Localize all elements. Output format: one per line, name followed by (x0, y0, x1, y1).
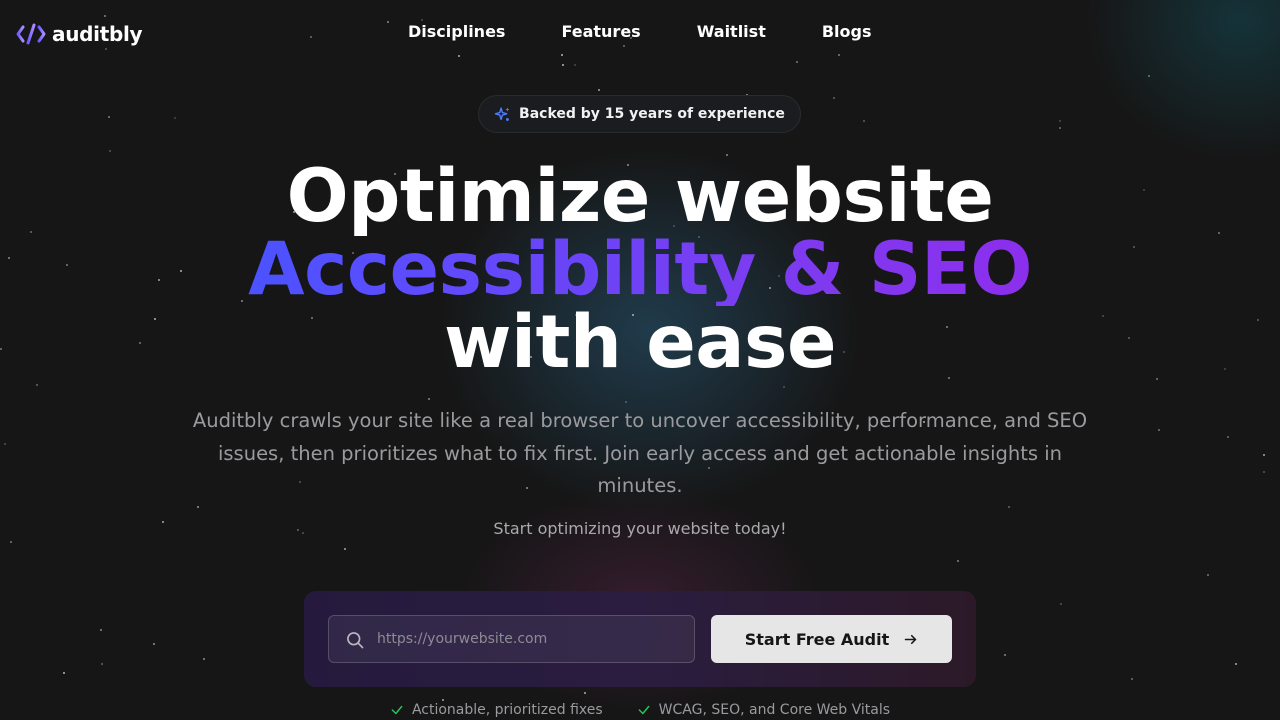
feature-label: WCAG, SEO, and Core Web Vitals (658, 702, 891, 718)
feature-item: Actionable, prioritized fixes (390, 702, 603, 718)
check-icon (638, 705, 650, 715)
star-dot (1148, 75, 1150, 77)
audit-form: Start Free Audit (304, 591, 976, 687)
star-dot (174, 117, 176, 119)
code-slash-icon (16, 23, 46, 45)
star-dot (1060, 603, 1062, 605)
star-dot (1059, 120, 1061, 122)
sparkles-icon (494, 106, 510, 121)
star-dot (428, 398, 430, 400)
star-dot (442, 699, 444, 701)
star-dot (153, 643, 155, 645)
star-dot (598, 89, 600, 91)
star-dot (36, 384, 38, 386)
nav-item-disciplines[interactable]: Disciplines (380, 22, 533, 41)
star-dot (957, 560, 959, 562)
headline-line-3: with ease (444, 300, 836, 385)
star-dot (108, 116, 110, 118)
star-dot (100, 629, 102, 631)
brand-name: auditbly (52, 22, 143, 46)
headline-line-1: Optimize website (286, 154, 994, 239)
website-url-input[interactable] (377, 616, 687, 662)
star-dot (1235, 663, 1237, 665)
star-dot (344, 548, 346, 550)
start-free-audit-button[interactable]: Start Free Audit (711, 615, 952, 663)
badge-text: Backed by 15 years of experience (519, 106, 785, 122)
headline-line-2: Accessibility & SEO (0, 233, 1280, 306)
site-header: auditbly Disciplines Features Waitlist B… (0, 0, 1280, 68)
url-input-wrapper (328, 615, 695, 663)
star-dot (109, 150, 111, 152)
star-dot (1207, 574, 1209, 576)
feature-checklist: Actionable, prioritized fixes WCAG, SEO,… (0, 702, 1280, 718)
star-dot (584, 692, 586, 694)
hero-headline: Optimize website Accessibility & SEO wit… (0, 160, 1280, 379)
nav-item-blogs[interactable]: Blogs (794, 22, 900, 41)
arrow-right-icon (904, 634, 917, 644)
star-dot (1263, 471, 1265, 473)
hero-tagline: Start optimizing your website today! (493, 519, 787, 538)
start-free-audit-label: Start Free Audit (744, 629, 890, 649)
star-dot (1263, 454, 1265, 456)
star-dot (4, 443, 6, 445)
star-dot (1158, 429, 1160, 431)
star-dot (10, 541, 12, 543)
star-dot (863, 120, 865, 122)
star-dot (625, 401, 627, 403)
star-dot (833, 97, 835, 99)
star-dot (1131, 678, 1133, 680)
nav-item-waitlist[interactable]: Waitlist (669, 22, 794, 41)
feature-item: WCAG, SEO, and Core Web Vitals (637, 702, 890, 718)
star-dot (1227, 436, 1229, 438)
brand-logo[interactable]: auditbly (16, 22, 143, 46)
hero-description: Auditbly crawls your site like a real br… (192, 409, 1088, 497)
star-dot (1004, 654, 1006, 656)
star-dot (101, 663, 103, 665)
star-dot (63, 672, 65, 674)
star-dot (203, 658, 205, 660)
search-icon (347, 632, 364, 649)
nav-item-features[interactable]: Features (533, 22, 668, 41)
star-dot (1059, 127, 1061, 129)
star-dot (1008, 506, 1010, 508)
main-nav: Disciplines Features Waitlist Blogs (380, 22, 900, 41)
star-dot (783, 386, 785, 388)
feature-label: Actionable, prioritized fixes (411, 702, 603, 718)
experience-badge: Backed by 15 years of experience (478, 95, 801, 133)
check-icon (391, 705, 403, 715)
star-dot (197, 506, 199, 508)
